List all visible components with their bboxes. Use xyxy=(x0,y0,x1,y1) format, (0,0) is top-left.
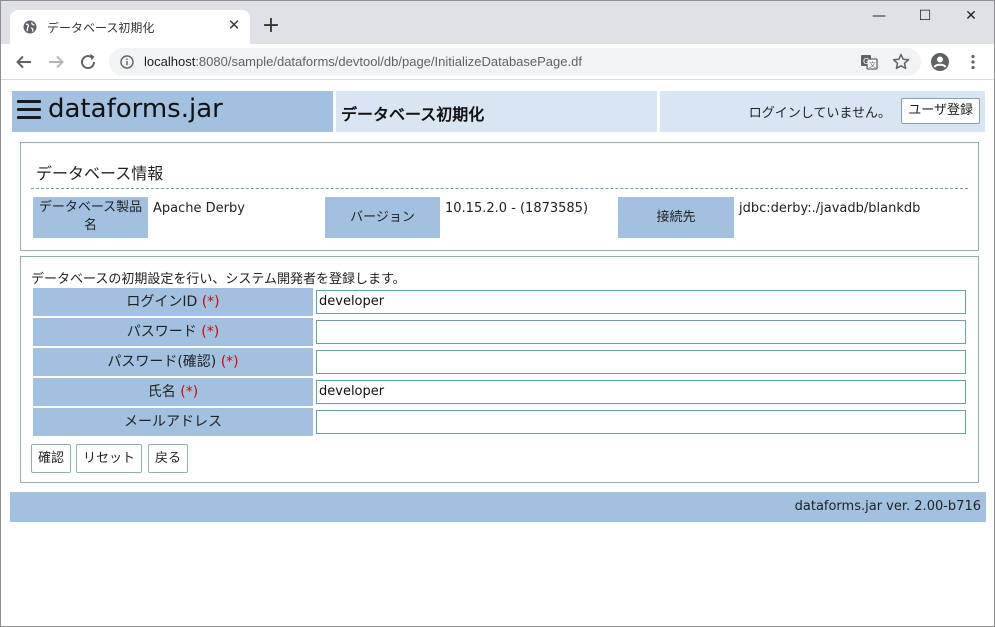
field-label-text: ログインID xyxy=(126,294,198,310)
user-name-input[interactable]: developer xyxy=(316,380,966,404)
form-row-user-name: 氏名 (*) developer xyxy=(33,378,966,406)
header-title-area: データベース初期化 xyxy=(336,91,657,132)
confirm-button[interactable]: 確認 xyxy=(31,444,72,473)
db-info-panel: データベース情報 データベース製品名 Apache Derby バージョン 10… xyxy=(20,142,979,251)
field-label-mail-address: メールアドレス xyxy=(33,408,313,436)
field-label-text: 氏名 xyxy=(147,384,176,400)
form-description: データベースの初期設定を行い、システム開発者を登録します。 xyxy=(31,272,406,287)
address-bar[interactable]: localhost:8080/sample/dataforms/devtool/… xyxy=(109,48,921,76)
field-label-password: パスワード (*) xyxy=(33,318,313,346)
db-info-legend: データベース情報 xyxy=(36,164,164,183)
back-button[interactable]: 戻る xyxy=(148,444,189,473)
tab-strip: データベース初期化 ✕ + — ☐ ✕ xyxy=(1,1,994,44)
info-icon[interactable] xyxy=(120,55,134,69)
required-mark: (*) xyxy=(180,384,199,400)
password-input[interactable] xyxy=(316,320,966,344)
forward-arrow-icon[interactable] xyxy=(44,50,68,74)
form-row-password-confirm: パスワード(確認) (*) xyxy=(33,348,966,376)
url-host: localhost xyxy=(144,54,196,69)
db-connection-value: jdbc:derby:./javadb/blankdb xyxy=(739,201,921,216)
required-mark: (*) xyxy=(220,354,239,370)
browser-tab[interactable]: データベース初期化 ✕ xyxy=(10,10,250,44)
form-row-password: パスワード (*) xyxy=(33,318,966,346)
header-login-area: ログインしていません。 ユーザ登録 xyxy=(660,91,985,132)
db-product-label: データベース製品名 xyxy=(33,197,148,238)
more-menu-icon[interactable] xyxy=(963,52,983,72)
db-version-label: バージョン xyxy=(325,197,440,238)
window-minimize-button[interactable]: — xyxy=(856,5,902,27)
page-content: dataforms.jar データベース初期化 ログインしていません。 ユーザ登… xyxy=(1,81,994,626)
new-tab-button[interactable]: + xyxy=(260,15,282,37)
page-footer: dataforms.jar ver. 2.00-b716 xyxy=(10,492,986,522)
translate-icon[interactable]: G 文 xyxy=(859,52,879,72)
tab-title: データベース初期化 xyxy=(47,21,155,35)
browser-window: データベース初期化 ✕ + — ☐ ✕ localhost:8080/sampl… xyxy=(0,0,995,627)
bookmark-star-icon[interactable] xyxy=(891,52,911,72)
field-label-login-id: ログインID (*) xyxy=(33,288,313,316)
window-maximize-button[interactable]: ☐ xyxy=(902,5,948,27)
login-status-text: ログインしていません。 xyxy=(748,106,891,121)
db-version-value: 10.15.2.0 - (1873585) xyxy=(445,201,589,216)
form-row-login-id: ログインID (*) developer xyxy=(33,288,966,316)
brand-logo-text: dataforms.jar xyxy=(48,94,223,124)
user-register-button[interactable]: ユーザ登録 xyxy=(901,98,980,124)
field-label-text: メールアドレス xyxy=(124,414,222,430)
window-close-button[interactable]: ✕ xyxy=(948,5,994,27)
browser-toolbar: localhost:8080/sample/dataforms/devtool/… xyxy=(1,44,994,80)
password-confirm-input[interactable] xyxy=(316,350,966,374)
db-product-value: Apache Derby xyxy=(153,201,245,216)
initialize-form-panel: データベースの初期設定を行い、システム開発者を登録します。 ログインID (*)… xyxy=(20,256,979,483)
reload-icon[interactable] xyxy=(76,50,100,74)
tab-close-icon[interactable]: ✕ xyxy=(225,16,243,34)
url-path: :8080/sample/dataforms/devtool/db/page/I… xyxy=(195,54,582,69)
divider xyxy=(31,188,968,189)
globe-icon xyxy=(23,20,37,34)
login-id-input[interactable]: developer xyxy=(316,290,966,314)
form-row-mail-address: メールアドレス xyxy=(33,408,966,436)
required-mark: (*) xyxy=(201,324,220,340)
url-text: localhost:8080/sample/dataforms/devtool/… xyxy=(144,54,582,69)
mail-address-input[interactable] xyxy=(316,410,966,434)
hamburger-menu-icon[interactable] xyxy=(17,100,41,122)
field-label-user-name: 氏名 (*) xyxy=(33,378,313,406)
required-mark: (*) xyxy=(201,294,220,310)
header-brand-area: dataforms.jar xyxy=(12,91,333,132)
back-arrow-icon[interactable] xyxy=(12,50,36,74)
field-label-text: パスワード xyxy=(126,324,197,340)
field-label-text: パスワード(確認) xyxy=(107,354,217,370)
page-title: データベース初期化 xyxy=(341,105,485,124)
field-label-password-confirm: パスワード(確認) (*) xyxy=(33,348,313,376)
version-text: dataforms.jar ver. 2.00-b716 xyxy=(794,499,981,514)
profile-avatar-icon[interactable] xyxy=(930,52,950,72)
reset-button[interactable]: リセット xyxy=(76,444,143,473)
db-connection-label: 接続先 xyxy=(618,197,734,238)
svg-text:文: 文 xyxy=(869,60,876,69)
